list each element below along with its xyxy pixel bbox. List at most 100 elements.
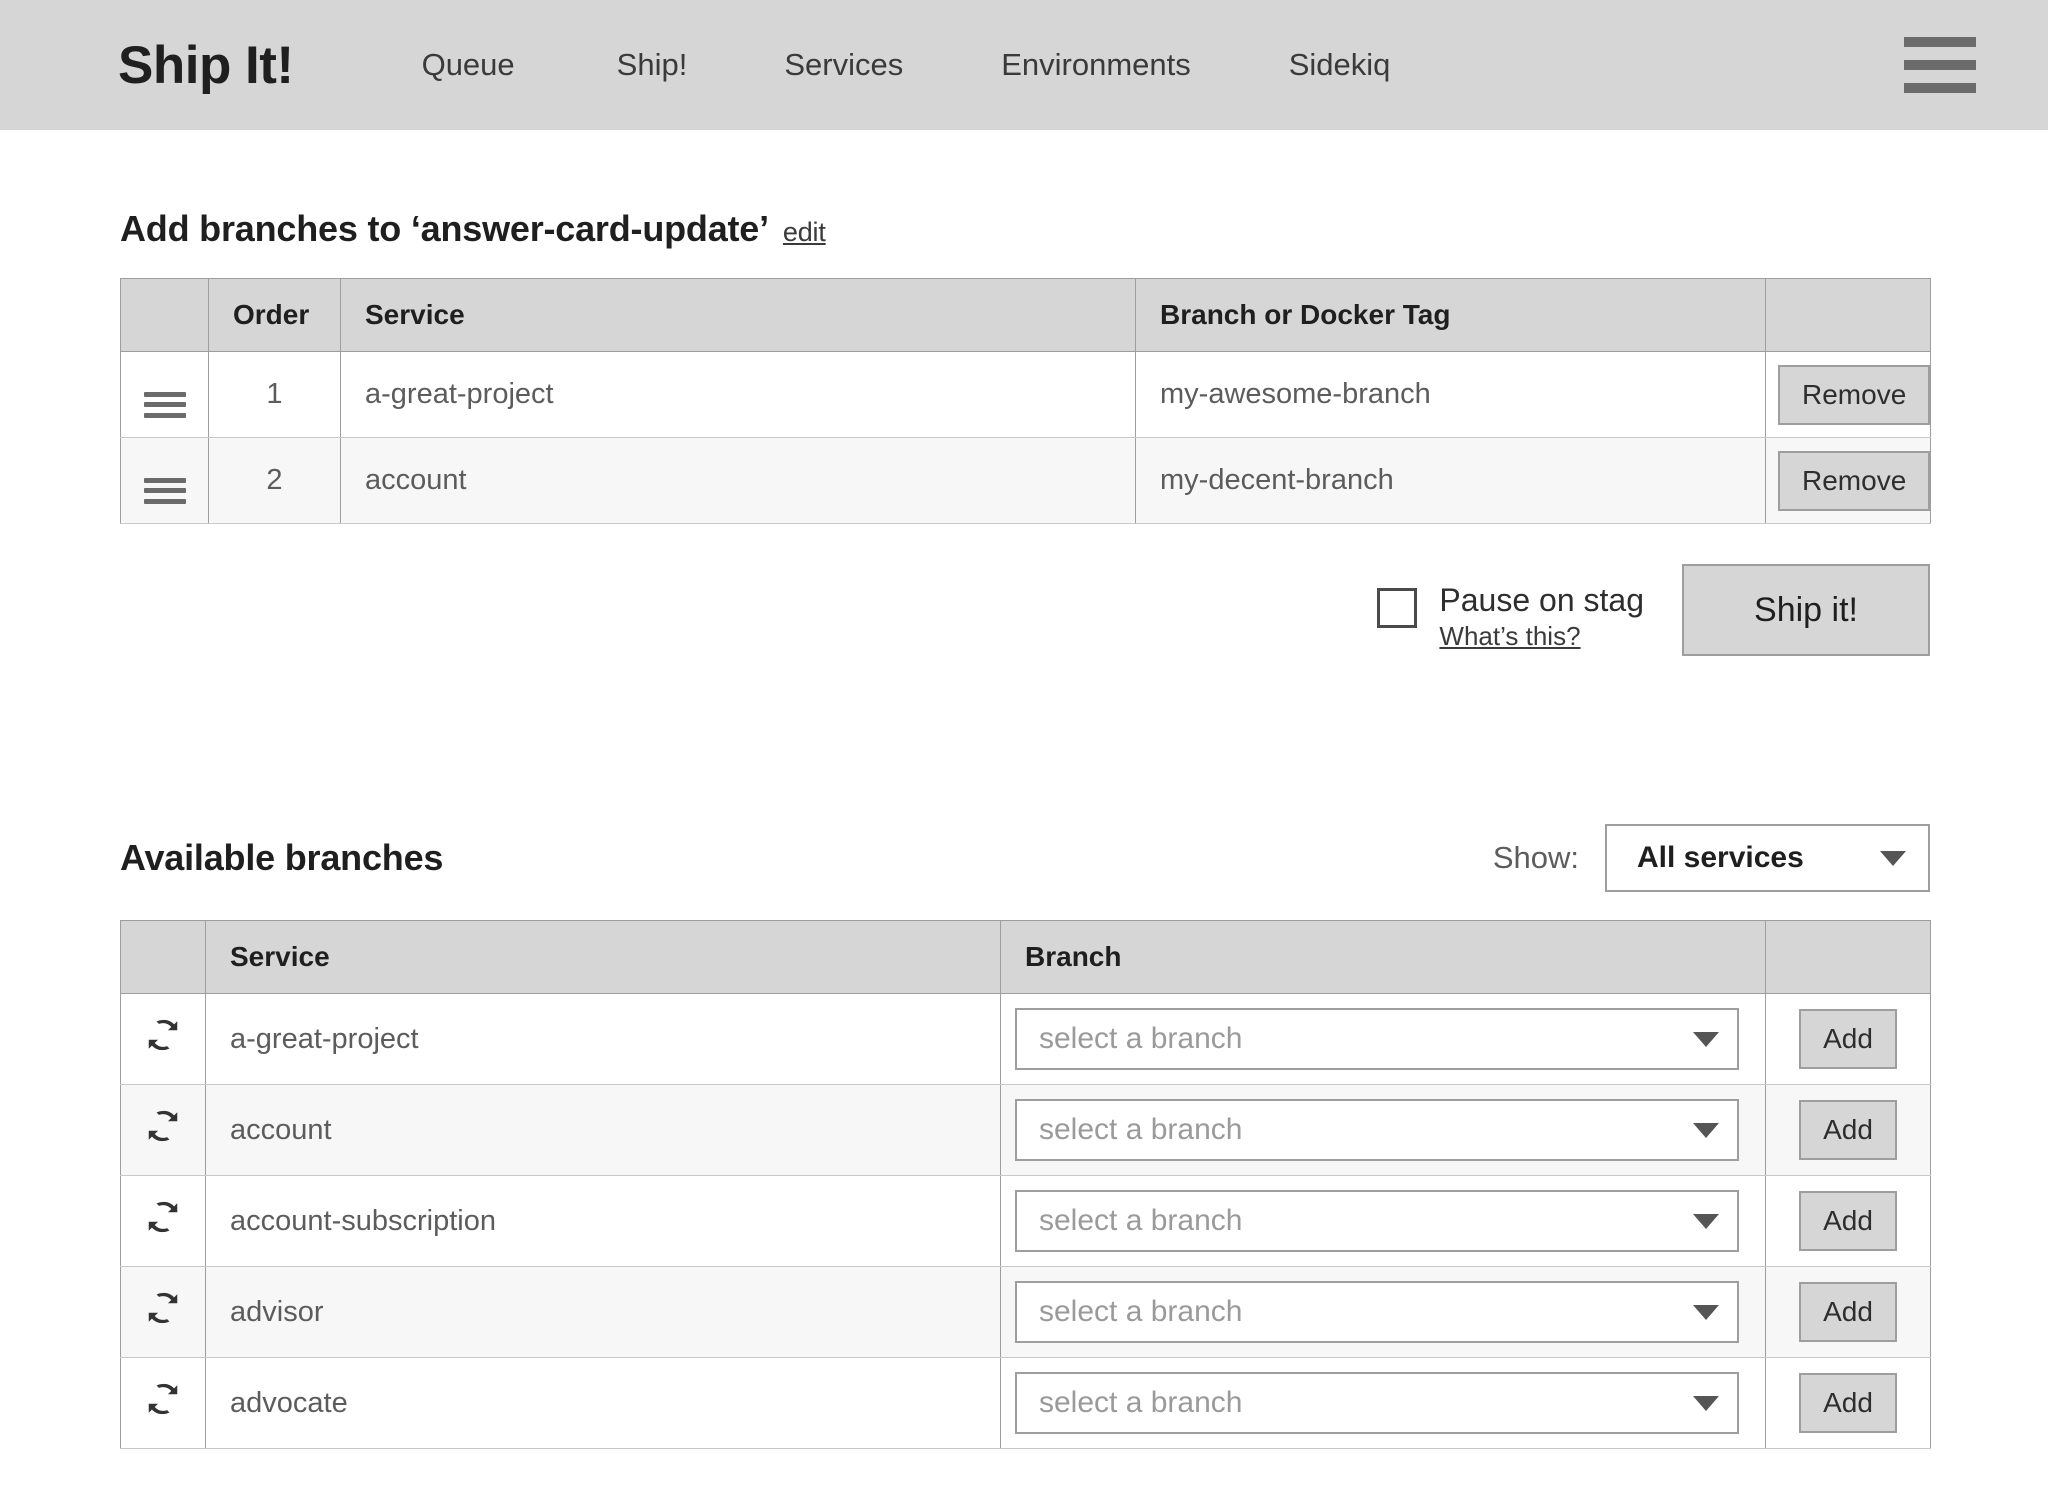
brand-logo[interactable]: Ship It! [118, 35, 294, 96]
row-service: a-great-project [205, 993, 1001, 1085]
add-button[interactable]: Add [1799, 1282, 1897, 1342]
available-branches-table-wrap: Service Branch a-great-project select a … [120, 920, 2048, 1449]
refresh-cell[interactable] [120, 1266, 206, 1358]
chevron-down-icon [1693, 1395, 1719, 1411]
row-service: account [205, 1084, 1001, 1176]
edit-link[interactable]: edit [783, 217, 826, 248]
refresh-icon[interactable] [144, 1380, 182, 1418]
page-title-text: Add branches to ‘answer-card-update’ [120, 208, 769, 249]
row-branch-cell: select a branch [1000, 1266, 1766, 1358]
remove-button[interactable]: Remove [1778, 450, 1931, 511]
row-branch-cell: select a branch [1000, 1084, 1766, 1176]
nav-item-queue[interactable]: Queue [422, 41, 515, 89]
top-navbar: Ship It! Queue Ship! Services Environmen… [0, 0, 2048, 130]
refresh-icon[interactable] [144, 1107, 182, 1145]
row-branch-cell: select a branch [1000, 1357, 1766, 1449]
row-action-cell: Add [1765, 1084, 1931, 1176]
chevron-down-icon [1693, 1304, 1719, 1320]
branch-select[interactable]: select a branch [1015, 1099, 1739, 1161]
refresh-icon[interactable] [144, 1016, 182, 1054]
refresh-cell[interactable] [120, 1357, 206, 1449]
drag-handle-cell[interactable] [120, 437, 209, 524]
ship-it-button[interactable]: Ship it! [1682, 564, 1930, 656]
row-order: 1 [208, 351, 341, 438]
page-title: Add branches to ‘answer-card-update’ edi… [120, 208, 2048, 250]
available-branches-table: Service Branch a-great-project select a … [120, 920, 1931, 1449]
table-header: Service Branch [120, 920, 1931, 994]
branch-select[interactable]: select a branch [1015, 1372, 1739, 1434]
table-header: Order Service Branch or Docker Tag [120, 278, 1931, 352]
col-header-handle [120, 278, 209, 352]
pause-text-group: Pause on stag What’s this? [1439, 582, 1644, 652]
table-row: a-great-project select a branch Add [120, 993, 1931, 1085]
chevron-down-icon [1693, 1213, 1719, 1229]
hamburger-bar [1904, 60, 1976, 70]
branch-select-placeholder: select a branch [1039, 1113, 1243, 1146]
nav-item-environments[interactable]: Environments [1001, 41, 1191, 89]
refresh-cell[interactable] [120, 1175, 206, 1267]
branch-select-placeholder: select a branch [1039, 1295, 1243, 1328]
col-header-refresh [120, 920, 206, 994]
refresh-cell[interactable] [120, 1084, 206, 1176]
branch-select-placeholder: select a branch [1039, 1386, 1243, 1419]
branch-select-placeholder: select a branch [1039, 1204, 1243, 1237]
service-filter-select[interactable]: All services [1605, 824, 1930, 892]
table-row: 2 account my-decent-branch Remove [120, 437, 1931, 524]
branch-select[interactable]: select a branch [1015, 1008, 1739, 1070]
show-label: Show: [1492, 840, 1579, 875]
drag-handle-icon[interactable] [143, 391, 186, 418]
row-branch: my-awesome-branch [1135, 351, 1766, 438]
col-header-order: Order [208, 278, 341, 352]
row-order: 2 [208, 437, 341, 524]
add-button[interactable]: Add [1799, 1100, 1897, 1160]
table-header-row: Service Branch [120, 920, 1931, 994]
branch-select-placeholder: select a branch [1039, 1022, 1243, 1055]
table-row: advocate select a branch Add [120, 1357, 1931, 1449]
col-header-service: Service [340, 278, 1136, 352]
branch-select[interactable]: select a branch [1015, 1190, 1739, 1252]
row-service: a-great-project [340, 351, 1136, 438]
available-branches-title: Available branches [120, 837, 444, 878]
col-header-branch: Branch [1000, 920, 1766, 994]
drag-handle-cell[interactable] [120, 351, 209, 438]
row-branch: my-decent-branch [1135, 437, 1766, 524]
nav-item-ship[interactable]: Ship! [617, 41, 688, 89]
chevron-down-icon [1693, 1122, 1719, 1138]
add-button[interactable]: Add [1799, 1009, 1897, 1069]
hamburger-bar [1904, 83, 1976, 93]
col-header-actions [1765, 278, 1931, 352]
row-action-cell: Add [1765, 1357, 1931, 1449]
chevron-down-icon [1693, 1031, 1719, 1047]
refresh-icon[interactable] [144, 1289, 182, 1327]
row-action-cell: Add [1765, 993, 1931, 1085]
table-row: advisor select a branch Add [120, 1266, 1931, 1358]
pause-on-stag-label: Pause on stag [1439, 582, 1644, 618]
add-button[interactable]: Add [1799, 1373, 1897, 1433]
available-branches-header: Available branches Show: All services [120, 824, 1930, 892]
table-body: a-great-project select a branch Add acco… [120, 993, 1931, 1449]
refresh-icon[interactable] [144, 1198, 182, 1236]
branch-select[interactable]: select a branch [1015, 1281, 1739, 1343]
ship-action-row: Pause on stag What’s this? Ship it! [0, 564, 1930, 656]
whats-this-link[interactable]: What’s this? [1439, 621, 1644, 652]
pause-on-stag-checkbox[interactable] [1377, 588, 1418, 628]
row-service: account-subscription [205, 1175, 1001, 1267]
hamburger-menu-icon[interactable] [1904, 37, 1976, 93]
nav-item-services[interactable]: Services [784, 41, 903, 89]
table-row: 1 a-great-project my-awesome-branch Remo… [120, 351, 1931, 438]
page-content: Add branches to ‘answer-card-update’ edi… [0, 208, 2048, 1449]
service-filter-value: All services [1637, 841, 1804, 874]
table-body: 1 a-great-project my-awesome-branch Remo… [120, 351, 1931, 524]
row-branch-cell: select a branch [1000, 993, 1766, 1085]
col-header-branch: Branch or Docker Tag [1135, 278, 1766, 352]
add-button[interactable]: Add [1799, 1191, 1897, 1251]
remove-button[interactable]: Remove [1778, 364, 1931, 425]
add-branches-table-wrap: Order Service Branch or Docker Tag 1 a-g… [120, 278, 2048, 524]
nav-item-sidekiq[interactable]: Sidekiq [1289, 41, 1391, 89]
row-action-cell: Add [1765, 1266, 1931, 1358]
col-header-actions [1765, 920, 1931, 994]
chevron-down-icon [1880, 850, 1906, 866]
drag-handle-icon[interactable] [143, 477, 186, 504]
row-service: advisor [205, 1266, 1001, 1358]
refresh-cell[interactable] [120, 993, 206, 1085]
